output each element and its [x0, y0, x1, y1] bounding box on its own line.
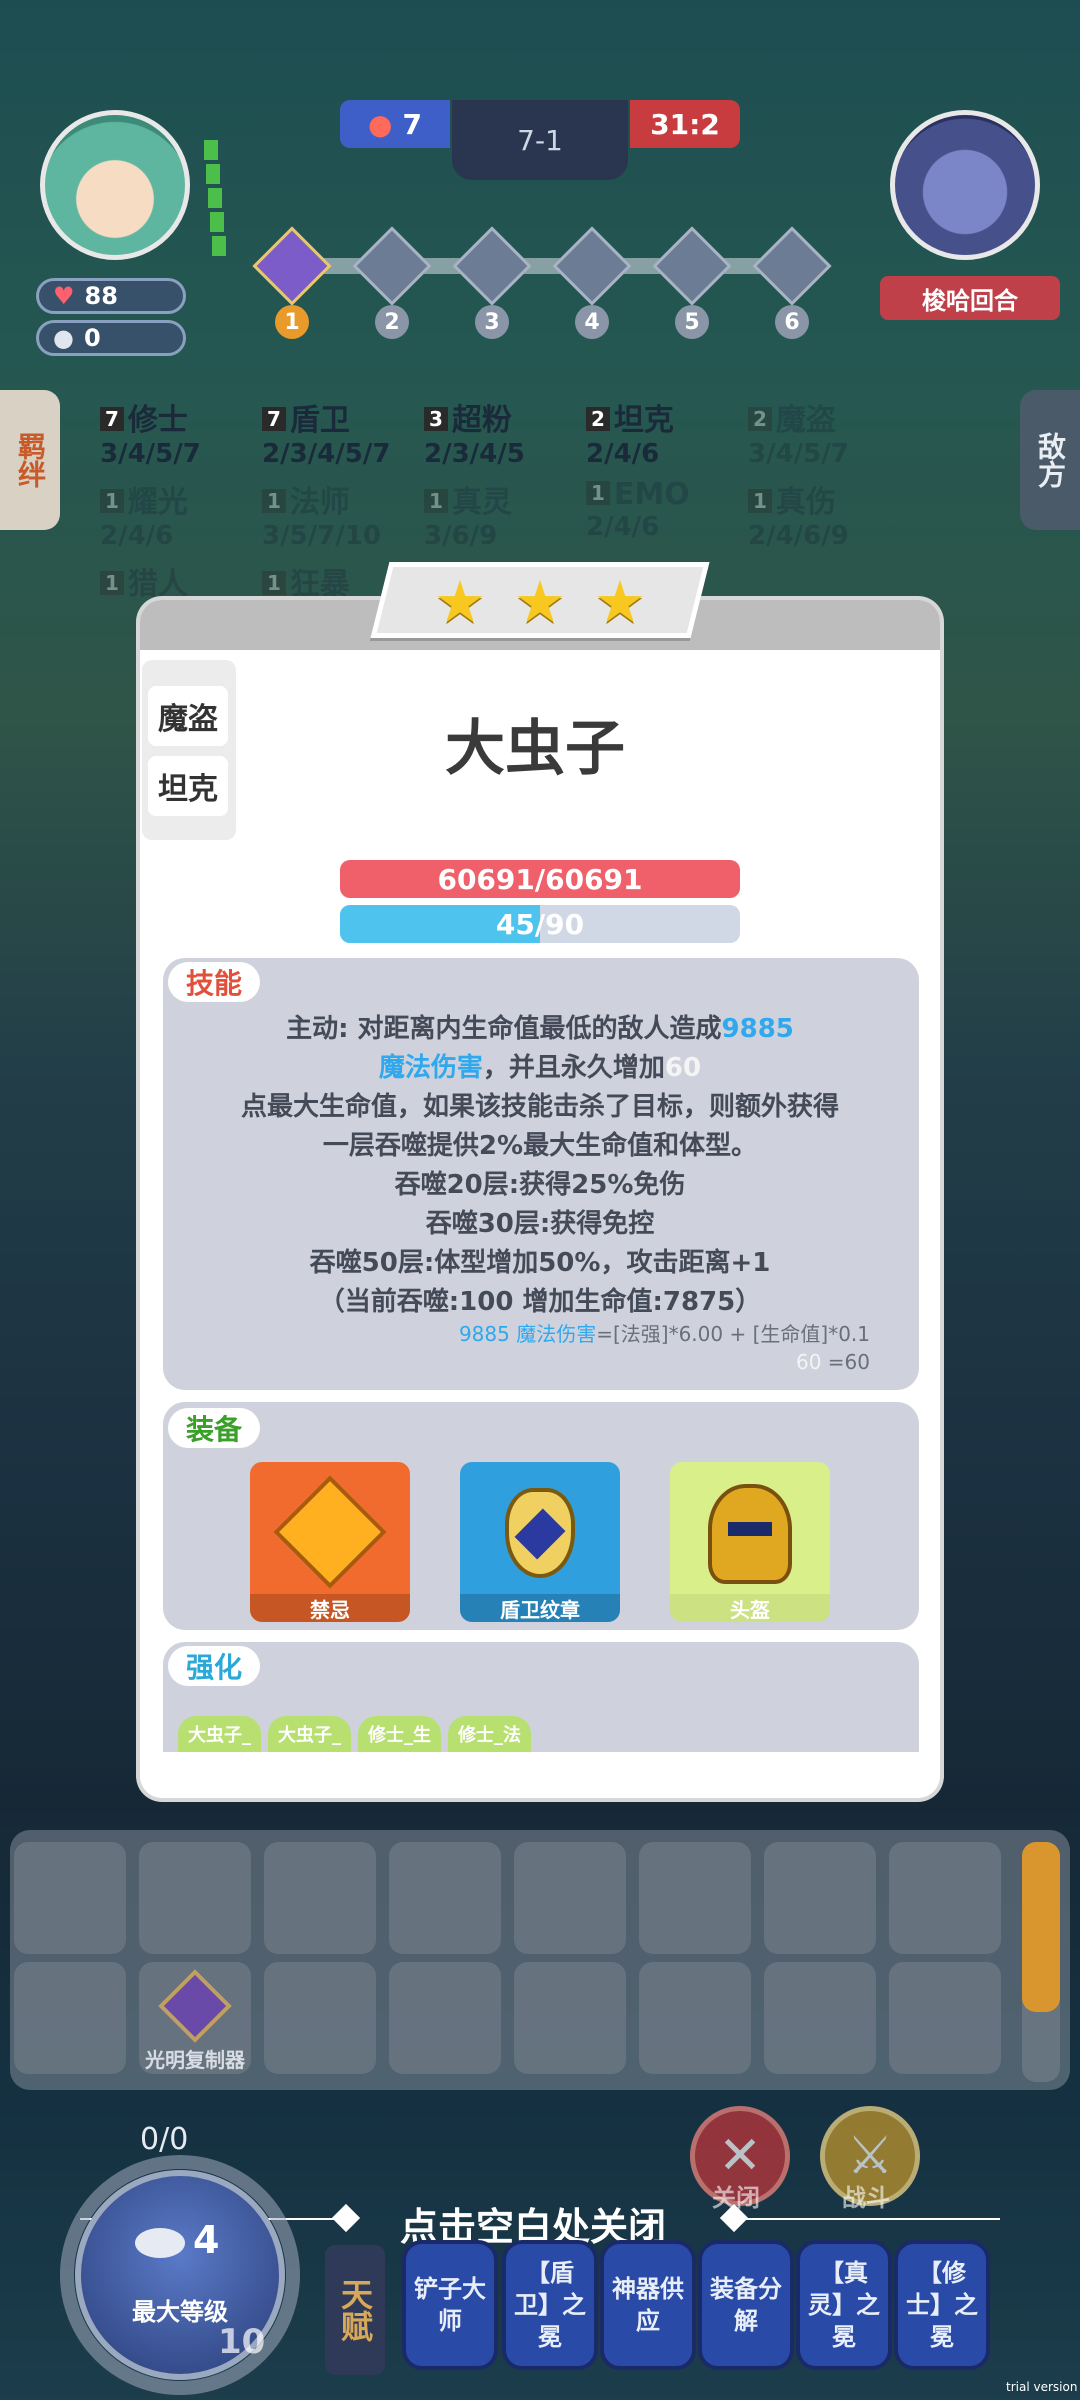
coin-icon	[135, 2228, 185, 2258]
round-number: 3	[475, 305, 509, 339]
trait-item[interactable]: 2 魔盗 3/4/5/7	[748, 395, 849, 469]
bench-slot[interactable]	[139, 1842, 251, 1954]
skill-line: 吞噬20层:获得25%免伤	[394, 1170, 686, 1200]
round-number: 1	[275, 305, 309, 339]
enemy-avatar[interactable]	[890, 110, 1040, 260]
augment-card[interactable]: 神器供应	[600, 2240, 696, 2370]
trait-item[interactable]: 1 EMO 2/4/6	[586, 477, 690, 542]
replicator-icon	[158, 1969, 232, 2043]
trait-item[interactable]: 1 猎人	[100, 559, 188, 603]
mana-bar: 45/90	[340, 905, 740, 943]
round-number: 2	[375, 305, 409, 339]
upgrade-chip[interactable]: 修士_生	[358, 1716, 441, 1752]
talent-tab[interactable]: 天赋	[325, 2245, 385, 2375]
level-cost: 4	[193, 2218, 220, 2262]
bench-slot[interactable]	[264, 1842, 376, 1954]
bench-slot[interactable]	[389, 1842, 501, 1954]
mana-text: 45/90	[495, 907, 585, 941]
trait-item[interactable]: 1 法师 3/5/7/10	[262, 477, 381, 551]
bench-slot[interactable]	[14, 1962, 126, 2074]
level-bars	[204, 140, 226, 256]
bench-slot[interactable]	[389, 1962, 501, 2074]
skill-line: 吞噬50层:体型增加50%，攻击距离+1	[309, 1248, 771, 1278]
bench-slot[interactable]	[514, 1962, 626, 2074]
trait-item[interactable]: 1 真灵 3/6/9	[424, 477, 512, 551]
coin-icon: ●	[53, 324, 74, 352]
trait-item[interactable]: 1 耀光 2/4/6	[100, 477, 188, 551]
trait-item[interactable]: 1 狂暴	[262, 559, 350, 603]
bench-scroll-thumb[interactable]	[1022, 1842, 1060, 2012]
augment-card[interactable]: 【盾卫】之冕	[502, 2240, 598, 2370]
unit-trait-tag[interactable]: 坦克	[148, 756, 228, 816]
flame-icon: ●	[368, 107, 393, 141]
upgrade-chip[interactable]: 大虫子_	[268, 1716, 351, 1752]
skill-line: （当前吞噬:100 增加生命值:7875）	[318, 1287, 762, 1317]
bench-slot[interactable]	[764, 1962, 876, 2074]
augment-card[interactable]: 【真灵】之冕	[796, 2240, 892, 2370]
stage-indicator: 7-1	[452, 100, 628, 180]
bench-slot[interactable]	[514, 1842, 626, 1954]
bench-slot[interactable]	[639, 1962, 751, 2074]
bench-slot[interactable]: 光明复制器	[139, 1962, 251, 2074]
skill-line: 点最大生命值，如果该技能击杀了目标，则额外获得	[240, 1092, 839, 1122]
star-icon: ★	[514, 568, 566, 636]
equipment-slot[interactable]: 禁忌	[250, 1462, 410, 1622]
enemy-name: 梭哈回合	[880, 276, 1060, 320]
star-icon: ★	[434, 568, 486, 636]
damage-formula: 9885 魔法伤害=[法强]*6.00 + [生命值]*0.1 60 =60	[458, 1322, 870, 1374]
star-icon: ★	[594, 568, 646, 636]
round-number: 6	[775, 305, 809, 339]
skill-label: 技能	[168, 962, 261, 1002]
unit-name: 大虫子	[445, 714, 625, 784]
xp-text: 0/0	[140, 2122, 189, 2157]
bench-slot[interactable]	[264, 1962, 376, 2074]
crossed-swords-icon: ⚔	[846, 2126, 894, 2186]
bench-slot[interactable]	[639, 1842, 751, 1954]
skill-line: 主动: 对距离内生命值最低的敌人造成9885	[286, 1014, 794, 1044]
trait-item[interactable]: 2 坦克 2/4/6	[586, 395, 674, 469]
equipment-slot[interactable]: 头盔	[670, 1462, 830, 1622]
bench-slot[interactable]	[889, 1842, 1001, 1954]
upgrade-chip[interactable]: 修士_法	[448, 1716, 531, 1752]
bench-item-name: 光明复制器	[145, 2048, 245, 2072]
watermark: trial version	[1006, 2380, 1078, 2394]
round-number: 4	[575, 305, 609, 339]
augment-card[interactable]: 装备分解	[698, 2240, 794, 2370]
equipment-slot[interactable]: 盾卫纹章	[460, 1462, 620, 1622]
bench-slot[interactable]	[764, 1842, 876, 1954]
augment-card[interactable]: 铲子大师	[402, 2240, 498, 2370]
round-number: 5	[675, 305, 709, 339]
divider-right	[744, 2218, 1000, 2220]
bench-slot[interactable]	[889, 1962, 1001, 2074]
red-score: 31:2	[630, 100, 740, 148]
heart-icon: ♥	[53, 282, 75, 310]
trait-item[interactable]: 7 盾卫 2/3/4/5/7	[262, 395, 390, 469]
unit-trait-tag[interactable]: 魔盗	[148, 686, 228, 746]
upgrade-label: 强化	[168, 1646, 261, 1686]
star-rating: ★ ★ ★	[420, 568, 660, 636]
enemy-tab[interactable]: 敌方	[1020, 390, 1080, 530]
upgrade-chip[interactable]: 大虫子_	[178, 1716, 261, 1752]
bench-slot[interactable]	[14, 1842, 126, 1954]
player-avatar[interactable]	[40, 110, 190, 260]
player-gold: ● 0	[36, 320, 186, 356]
close-icon: ✕	[718, 2126, 762, 2186]
health-text: 60691/60691	[437, 862, 643, 896]
skill-line: 魔法伤害，并且永久增加60	[378, 1053, 702, 1083]
player-level: 10	[218, 2322, 266, 2362]
skill-description: 主动: 对距离内生命值最低的敌人造成9885 魔法伤害，并且永久增加60 点最大…	[190, 1010, 890, 1322]
augment-card[interactable]: 【修士】之冕	[894, 2240, 990, 2370]
skill-line: 一层吞噬提供2%最大生命值和体型。	[322, 1131, 758, 1161]
trait-item[interactable]: 1 真伤 2/4/6/9	[748, 477, 849, 551]
trait-item[interactable]: 7 修士 3/4/5/7	[100, 395, 201, 469]
skill-line: 吞噬30层:获得免控	[425, 1209, 655, 1239]
blue-score: ● 7	[340, 100, 450, 148]
trait-item[interactable]: 3 超粉 2/3/4/5	[424, 395, 525, 469]
health-bar: 60691/60691	[340, 860, 740, 898]
battle-label: 战斗	[842, 2184, 890, 2212]
traits-tab[interactable]: 羁绊	[0, 390, 60, 530]
equipment-label: 装备	[168, 1408, 261, 1448]
player-health: ♥ 88	[36, 278, 186, 314]
